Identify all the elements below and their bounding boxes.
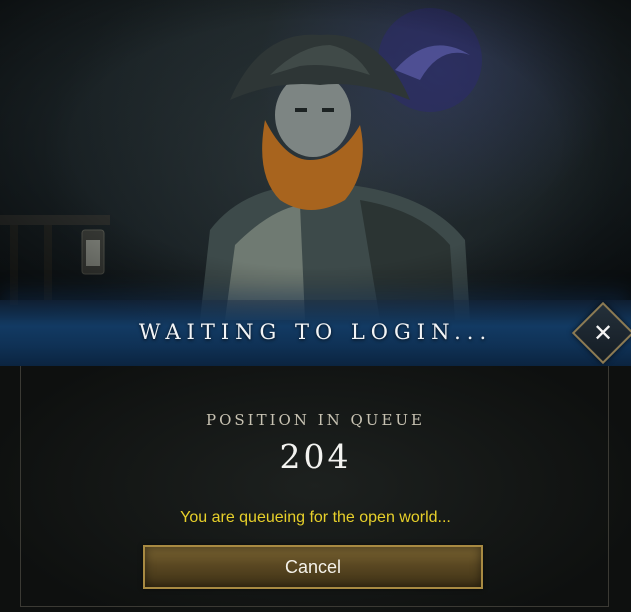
login-queue-screen: WAITING TO LOGIN... ✕ POSITION IN QUEUE … bbox=[0, 0, 631, 612]
dialog-title: WAITING TO LOGIN... bbox=[138, 320, 493, 344]
status-message: You are queueing for the open world... bbox=[180, 509, 451, 526]
cancel-button[interactable]: Cancel bbox=[143, 545, 483, 589]
queue-position: 204 bbox=[279, 437, 352, 476]
queue-label: POSITION IN QUEUE bbox=[205, 411, 425, 429]
dialog-header-banner: WAITING TO LOGIN... bbox=[0, 300, 631, 367]
background-scene bbox=[0, 0, 631, 320]
pirate-character-artwork bbox=[0, 0, 631, 320]
